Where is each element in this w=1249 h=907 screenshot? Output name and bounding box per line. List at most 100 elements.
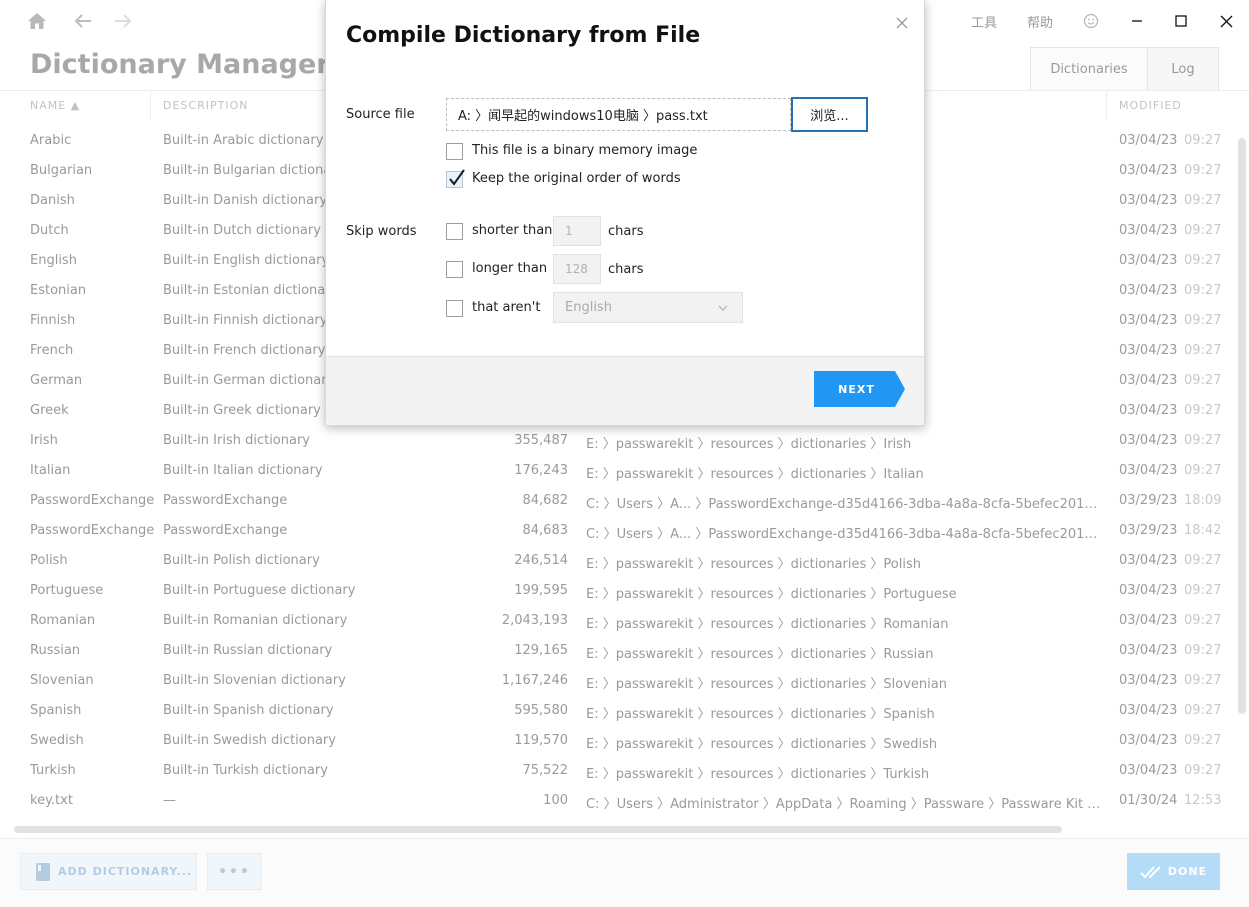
- table-row[interactable]: Turkish Built-in Turkish dictionary 75,522…: [0, 756, 1230, 786]
- menu-tools[interactable]: 工具: [971, 12, 997, 31]
- row-path: E: 〉passwarekit 〉resources 〉dictionaries…: [586, 437, 912, 452]
- shorter-than-input[interactable]: 1: [553, 216, 601, 246]
- row-word-count: 75,522: [522, 763, 569, 778]
- tab-dictionaries[interactable]: Dictionaries: [1030, 47, 1148, 91]
- longer-than-checkbox[interactable]: [446, 261, 463, 278]
- row-date: 03/04/23: [1119, 703, 1178, 718]
- keep-order-checkbox[interactable]: [446, 169, 465, 188]
- row-date: 03/04/23: [1119, 163, 1178, 178]
- table-row[interactable]: Portuguese Built-in Portuguese dictionary…: [0, 576, 1230, 606]
- language-select[interactable]: English: [553, 292, 743, 323]
- source-file-field[interactable]: A: 〉闻早起的windows10电脑 〉pass.txt: [446, 98, 791, 131]
- row-name: Russian: [30, 643, 81, 658]
- language-filter-label: that aren't: [472, 300, 541, 315]
- more-options-button[interactable]: •••: [207, 853, 262, 890]
- row-path: E: 〉passwarekit 〉resources 〉dictionaries…: [586, 767, 930, 782]
- row-word-count: 100: [543, 793, 568, 808]
- source-file-label: Source file: [346, 107, 415, 122]
- horizontal-scrollbar[interactable]: [14, 826, 1062, 833]
- table-row[interactable]: Russian Built-in Russian dictionary 129,16…: [0, 636, 1230, 666]
- row-description: Built-in Estonian dictionary: [163, 283, 339, 298]
- compile-dictionary-dialog: Compile Dictionary from File Source file…: [325, 0, 925, 426]
- row-word-count: 199,595: [514, 583, 568, 598]
- table-row[interactable]: Swedish Built-in Swedish dictionary 119,57…: [0, 726, 1230, 756]
- row-date: 03/04/23: [1119, 463, 1178, 478]
- row-date: 03/04/23: [1119, 343, 1178, 358]
- home-icon[interactable]: [24, 8, 50, 34]
- row-name: PasswordExchange: [30, 523, 155, 538]
- row-date: 03/04/23: [1119, 313, 1178, 328]
- back-arrow-icon[interactable]: [70, 8, 96, 34]
- column-header-description[interactable]: DESCRIPTION: [163, 99, 248, 112]
- row-time: 09:27: [1184, 433, 1222, 448]
- view-tabs: Dictionaries Log: [1030, 47, 1219, 91]
- column-divider[interactable]: [150, 91, 151, 121]
- row-path: C: 〉Users 〉Administrator 〉AppData 〉Roami…: [586, 797, 1102, 812]
- column-header-name[interactable]: NAME ▲: [30, 99, 80, 112]
- table-row[interactable]: Italian Built-in Italian dictionary 176,24…: [0, 456, 1230, 486]
- row-date: 03/29/23: [1119, 523, 1178, 538]
- feedback-smiley-icon[interactable]: [1077, 8, 1105, 34]
- row-name: Danish: [30, 193, 75, 208]
- row-description: Built-in English dictionary: [163, 253, 330, 268]
- row-name: Italian: [30, 463, 71, 478]
- row-description: Built-in Greek dictionary: [163, 403, 321, 418]
- row-date: 03/04/23: [1119, 643, 1178, 658]
- row-path: E: 〉passwarekit 〉resources 〉dictionaries…: [586, 467, 924, 482]
- vertical-scrollbar[interactable]: [1238, 138, 1246, 714]
- browse-button[interactable]: 浏览...: [791, 97, 868, 132]
- row-name: Finnish: [30, 313, 76, 328]
- row-path: E: 〉passwarekit 〉resources 〉dictionaries…: [586, 617, 949, 632]
- row-date: 03/29/23: [1119, 493, 1178, 508]
- row-time: 18:09: [1184, 493, 1222, 508]
- next-label: NEXT: [838, 382, 875, 396]
- row-time: 09:27: [1184, 463, 1222, 478]
- row-word-count: 176,243: [514, 463, 568, 478]
- row-date: 03/04/23: [1119, 193, 1178, 208]
- table-row[interactable]: PasswordExchange PasswordExchange 84,682 C:…: [0, 486, 1230, 516]
- row-name: Irish: [30, 433, 58, 448]
- done-button[interactable]: DONE: [1127, 853, 1220, 890]
- row-word-count: 1,167,246: [501, 673, 568, 688]
- next-button[interactable]: NEXT: [814, 371, 905, 407]
- table-row[interactable]: Spanish Built-in Spanish dictionary 595,58…: [0, 696, 1230, 726]
- table-row[interactable]: Romanian Built-in Romanian dictionary 2,04…: [0, 606, 1230, 636]
- column-header-modified[interactable]: MODIFIED: [1119, 99, 1182, 112]
- row-date: 01/30/24: [1119, 793, 1178, 808]
- longer-than-label: longer than: [472, 261, 548, 276]
- row-description: Built-in Turkish dictionary: [163, 763, 328, 778]
- table-row[interactable]: key.txt — 100 C: 〉Users 〉Administrator 〉App…: [0, 786, 1230, 816]
- minimize-button[interactable]: [1123, 8, 1151, 34]
- dialog-close-icon[interactable]: [894, 15, 910, 31]
- row-name: key.txt: [30, 793, 73, 808]
- row-description: Built-in Irish dictionary: [163, 433, 311, 448]
- language-select-value: English: [565, 300, 612, 315]
- table-row[interactable]: Irish Built-in Irish dictionary 355,487 E: …: [0, 426, 1230, 456]
- close-window-button[interactable]: [1212, 8, 1240, 34]
- row-time: 09:27: [1184, 403, 1222, 418]
- row-time: 09:27: [1184, 613, 1222, 628]
- column-divider[interactable]: [1106, 91, 1107, 121]
- table-row[interactable]: Slovenian Built-in Slovenian dictionary 1,…: [0, 666, 1230, 696]
- row-name: English: [30, 253, 77, 268]
- add-dictionary-button[interactable]: ADD DICTIONARY...: [20, 853, 197, 890]
- row-date: 03/04/23: [1119, 253, 1178, 268]
- shorter-than-checkbox[interactable]: [446, 223, 463, 240]
- maximize-button[interactable]: [1167, 8, 1195, 34]
- table-row[interactable]: PasswordExchange PasswordExchange 84,683 C:…: [0, 516, 1230, 546]
- row-time: 09:27: [1184, 163, 1222, 178]
- longer-than-input[interactable]: 128: [553, 254, 601, 284]
- row-word-count: 2,043,193: [501, 613, 568, 628]
- forward-arrow-icon[interactable]: [110, 8, 136, 34]
- binary-image-checkbox[interactable]: [446, 143, 463, 160]
- row-word-count: 355,487: [514, 433, 568, 448]
- tab-log[interactable]: Log: [1147, 47, 1219, 91]
- row-date: 03/04/23: [1119, 133, 1178, 148]
- table-row[interactable]: Polish Built-in Polish dictionary 246,514 E…: [0, 546, 1230, 576]
- language-filter-checkbox[interactable]: [446, 300, 463, 317]
- menu-help[interactable]: 帮助: [1027, 12, 1053, 31]
- dialog-footer: NEXT: [326, 356, 924, 425]
- row-name: Dutch: [30, 223, 69, 238]
- checkmark-icon: [449, 169, 465, 186]
- dictionary-book-icon: [36, 862, 50, 881]
